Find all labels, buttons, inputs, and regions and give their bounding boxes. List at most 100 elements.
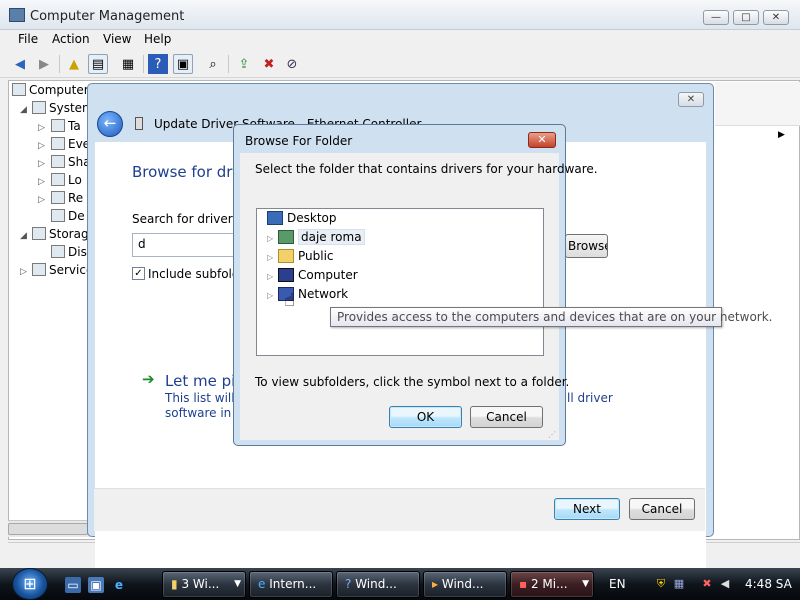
start-button[interactable]: ⊞ — [12, 568, 48, 600]
expand-arrow-icon[interactable]: ▶ — [778, 130, 785, 140]
wizard-cancel-button[interactable]: Cancel — [629, 498, 695, 520]
users-icon — [51, 173, 65, 186]
resize-grip-icon[interactable]: ⋰ — [548, 430, 556, 439]
expand-arrow-icon[interactable]: ▷ — [267, 234, 273, 243]
user-folder-icon — [278, 230, 294, 244]
storage-icon — [32, 227, 46, 240]
tree-node-public[interactable]: Public — [278, 249, 334, 263]
horizontal-scrollbar[interactable] — [8, 520, 96, 537]
properties-icon[interactable]: ▦ — [118, 54, 138, 74]
tree-item-event-viewer[interactable]: Eve — [51, 137, 90, 151]
device-manager-icon — [51, 209, 65, 222]
show-desktop-icon[interactable]: ▭ — [65, 577, 81, 593]
expand-arrow-icon[interactable]: ▷ — [38, 123, 45, 133]
volume-icon[interactable]: ◀ — [718, 577, 732, 591]
cancel-button[interactable]: Cancel — [470, 406, 543, 428]
up-folder-icon[interactable]: ▲ — [64, 54, 84, 74]
folder-icon — [278, 249, 294, 263]
network-tray-icon[interactable]: ▦ — [672, 577, 686, 591]
task-label: Intern... — [269, 577, 317, 591]
wizard-close-button[interactable]: ✕ — [678, 92, 704, 107]
uninstall-icon[interactable]: ✖ — [259, 54, 279, 74]
forward-arrow-icon[interactable]: ▶ — [34, 54, 54, 74]
node-label: Desktop — [287, 211, 337, 225]
dialog-title: Browse For Folder — [245, 134, 353, 148]
tree-item-local-users[interactable]: Lo — [51, 173, 82, 187]
minimize-button[interactable]: — — [703, 10, 729, 25]
show-hide-tree-icon[interactable]: ▤ — [88, 54, 108, 74]
taskbar-button-explorer[interactable]: ▮ 3 Wi... ▼ — [162, 571, 246, 598]
tree-item-shared-folders[interactable]: Sha — [51, 155, 91, 169]
close-button[interactable]: ✕ — [763, 10, 789, 25]
back-arrow-icon[interactable]: ◀ — [10, 54, 30, 74]
next-button[interactable]: Next — [554, 498, 620, 520]
driver-path-input[interactable]: d — [132, 233, 242, 257]
menu-help[interactable]: Help — [144, 32, 171, 46]
menu-action[interactable]: Action — [52, 32, 90, 46]
scrollbar-thumb[interactable] — [8, 523, 88, 535]
tree-label: Storag — [49, 227, 89, 241]
maximize-button[interactable]: □ — [733, 10, 759, 25]
expand-arrow-icon[interactable]: ▷ — [20, 267, 27, 277]
taskbar-button-help[interactable]: ? Wind... — [336, 571, 420, 598]
computer-management-icon — [9, 8, 25, 22]
tree-label: Dis — [68, 245, 87, 259]
dropdown-arrow-icon: ▼ — [234, 579, 241, 589]
include-subfolders-checkbox[interactable]: ✓ — [132, 267, 145, 280]
expand-arrow-icon[interactable]: ▷ — [38, 177, 45, 187]
menu-file[interactable]: File — [18, 32, 38, 46]
internet-explorer-icon[interactable]: e — [111, 577, 127, 593]
driver-icon — [135, 117, 143, 130]
taskbar-button-management[interactable]: ▪ 2 Mi... ▼ — [510, 571, 594, 598]
tree-node-computer[interactable]: Computer — [278, 268, 358, 282]
expand-arrow-icon[interactable]: ▷ — [267, 253, 273, 262]
tree-label: Systen — [49, 101, 90, 115]
expand-arrow-icon[interactable]: ▷ — [38, 159, 45, 169]
pick-driver-link[interactable]: Let me pic — [165, 372, 244, 390]
shared-folder-icon — [51, 155, 65, 168]
disable-device-icon[interactable]: ⊘ — [282, 54, 302, 74]
tree-item-reliability[interactable]: Re — [51, 191, 83, 205]
task-label: 2 Mi... — [530, 577, 568, 591]
tree-node-desktop[interactable]: Desktop — [267, 211, 337, 225]
dialog-instruction: Select the folder that contains drivers … — [255, 162, 598, 176]
title-bar[interactable]: Computer Management — □ ✕ — [0, 0, 800, 30]
show-action-pane-icon[interactable]: ▣ — [173, 54, 193, 74]
expand-arrow-icon[interactable]: ▷ — [267, 272, 273, 281]
tree-item-system-tools[interactable]: Systen — [32, 101, 90, 115]
collapse-arrow-icon[interactable]: ◢ — [20, 231, 27, 241]
clock[interactable]: 4:48 SA — [745, 577, 792, 591]
expand-arrow-icon[interactable]: ▷ — [267, 291, 273, 300]
taskbar-button-internet-explorer[interactable]: e Intern... — [249, 571, 333, 598]
ok-button[interactable]: OK — [389, 406, 462, 428]
warning-tray-icon[interactable]: ✖ — [700, 577, 714, 591]
tree-item-storage[interactable]: Storag — [32, 227, 89, 241]
tree-label: De — [68, 209, 85, 223]
desktop-icon — [267, 211, 283, 225]
taskbar-button-media[interactable]: ▸ Wind... — [423, 571, 507, 598]
browse-button[interactable]: Browse... — [565, 234, 608, 258]
update-driver-icon[interactable]: ⇪ — [234, 54, 254, 74]
tree-item-task-scheduler[interactable]: Ta — [51, 119, 81, 133]
node-label: Computer — [298, 268, 358, 282]
expand-arrow-icon[interactable]: ▷ — [38, 141, 45, 151]
tree-item-disk-management[interactable]: Dis — [51, 245, 87, 259]
performance-icon — [51, 191, 65, 204]
language-indicator[interactable]: EN — [609, 577, 626, 591]
switch-windows-icon[interactable]: ▣ — [88, 577, 104, 593]
close-button[interactable]: ✕ — [528, 132, 556, 148]
collapse-arrow-icon[interactable]: ◢ — [20, 105, 27, 115]
menu-view[interactable]: View — [103, 32, 131, 46]
scan-hardware-icon[interactable]: ⌕ — [203, 54, 223, 74]
help-icon[interactable]: ? — [148, 54, 168, 74]
green-arrow-icon: ➔ — [142, 370, 155, 388]
actions-pane: ▶ — [715, 82, 800, 140]
tree-item-device-manager[interactable]: De — [51, 209, 85, 223]
disk-icon — [51, 245, 65, 258]
tree-item-services[interactable]: Service — [32, 263, 93, 277]
security-shield-icon[interactable]: ⛨ — [654, 577, 668, 591]
tree-item-computer[interactable]: Computer — [12, 83, 89, 97]
tree-node-user[interactable]: daje roma — [278, 229, 365, 245]
expand-arrow-icon[interactable]: ▷ — [38, 195, 45, 205]
back-arrow-icon[interactable]: ← — [97, 111, 123, 137]
